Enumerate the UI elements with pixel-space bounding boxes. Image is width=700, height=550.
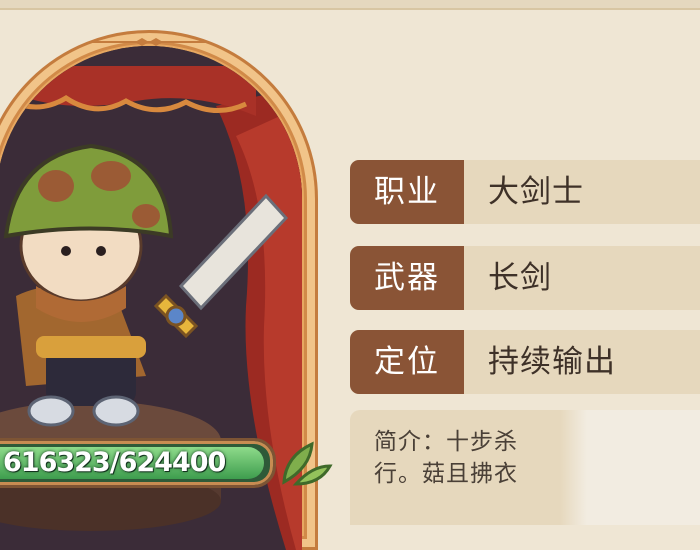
description-line: 简介：十步杀	[374, 429, 518, 455]
top-divider	[0, 8, 700, 10]
info-row-class: 职业 大剑士	[350, 160, 700, 224]
top-border	[0, 0, 700, 8]
leaf-icon	[282, 441, 333, 486]
class-value: 大剑士	[488, 174, 584, 210]
hp-value: 616323/624400	[3, 447, 226, 478]
frame-ornament-icon	[90, 38, 208, 46]
weapon-label: 武器	[350, 246, 464, 310]
role-label: 定位	[350, 330, 464, 394]
hp-bar: 616323/624400	[0, 438, 276, 488]
role-value: 持续输出	[488, 344, 616, 380]
class-label: 职业	[350, 160, 464, 224]
description-line: 行。菇且拂衣	[374, 461, 518, 487]
description-text: 简介：十步杀 行。菇且拂衣	[374, 426, 560, 490]
info-row-role: 定位 持续输出	[350, 330, 700, 394]
info-row-weapon: 武器 长剑	[350, 246, 700, 310]
description-fade	[560, 410, 700, 525]
weapon-value: 长剑	[488, 260, 552, 296]
description-box: 简介：十步杀 行。菇且拂衣	[350, 410, 700, 525]
